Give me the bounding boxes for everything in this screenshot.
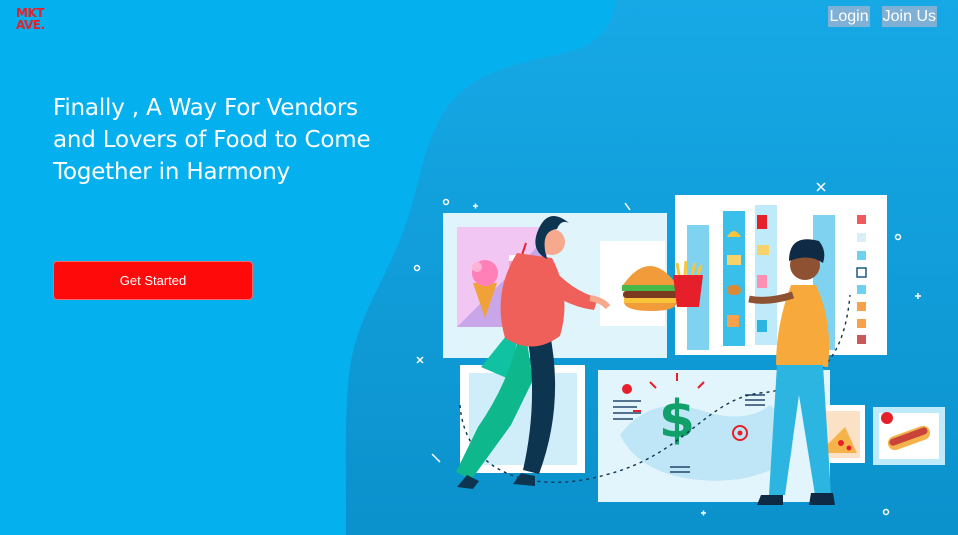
soda-icon — [757, 215, 767, 229]
get-started-button[interactable]: Get Started — [53, 261, 253, 300]
hero-title: Finally , A Way For Vendors and Lovers o… — [53, 95, 371, 185]
logo-line2: AVE. — [16, 18, 45, 32]
top-nav: Login Join Us — [828, 6, 937, 27]
login-link[interactable]: Login — [828, 6, 870, 27]
join-us-link[interactable]: Join Us — [881, 6, 937, 27]
brand-logo[interactable]: MKT AVE. — [16, 7, 45, 31]
hotdog-card — [873, 407, 945, 465]
map-pin-icon — [622, 384, 632, 394]
sandwich-icon — [727, 255, 741, 265]
hero-illustration: $ — [413, 182, 945, 516]
